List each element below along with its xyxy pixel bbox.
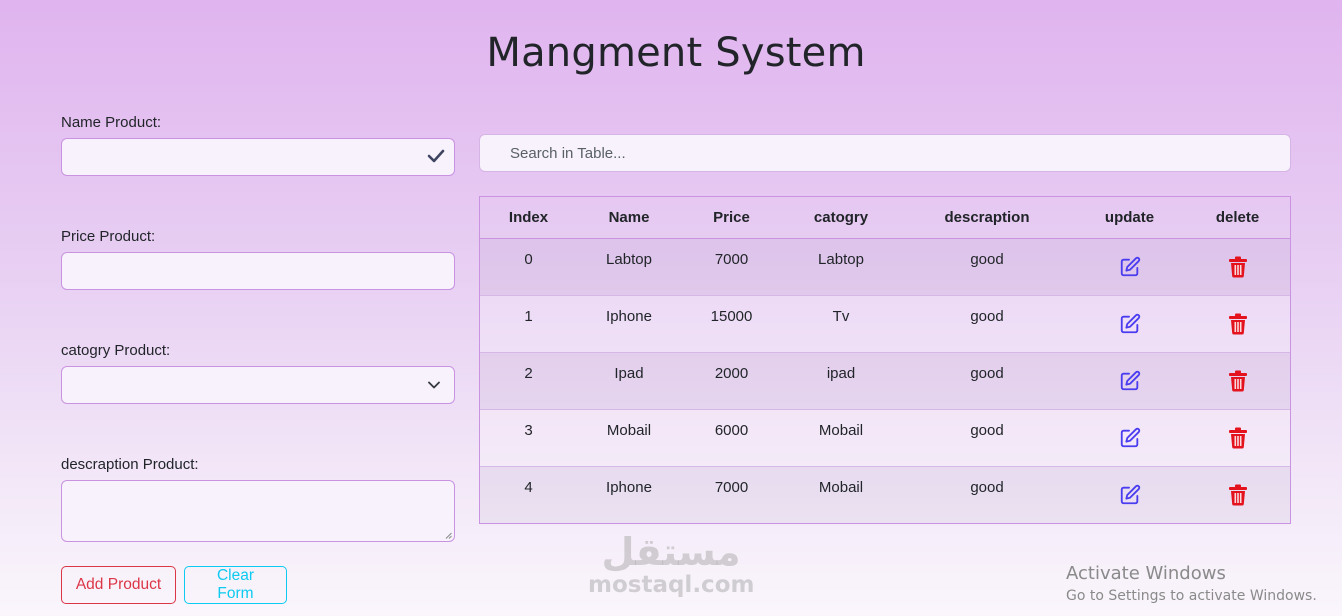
table-row: 4 Iphone 7000 Mobail good <box>480 465 1290 523</box>
resize-handle-icon[interactable] <box>445 532 452 539</box>
cell-category: Mobail <box>782 408 900 466</box>
cell-name: Iphone <box>577 294 681 352</box>
description-textarea[interactable] <box>61 480 455 542</box>
name-label: Name Product: <box>61 114 162 131</box>
cell-update <box>1074 237 1185 295</box>
name-input[interactable] <box>61 138 455 176</box>
cell-description: good <box>900 408 1074 466</box>
header-category: catogry <box>782 197 900 239</box>
edit-icon[interactable] <box>1119 256 1141 282</box>
cell-delete <box>1185 465 1290 523</box>
cell-category: Mobail <box>782 465 900 523</box>
cell-description: good <box>900 351 1074 409</box>
header-price: Price <box>681 197 782 239</box>
table-header-row: Index Name Price catogry descraption upd… <box>480 197 1290 239</box>
cell-name: Ipad <box>577 351 681 409</box>
clear-form-button[interactable]: Clear Form <box>184 566 287 604</box>
cell-description: good <box>900 465 1074 523</box>
form-buttons: Add Product Clear Form <box>61 566 455 604</box>
activate-subtitle: Go to Settings to activate Windows. <box>1066 588 1317 604</box>
header-name: Name <box>577 197 681 239</box>
cell-update <box>1074 351 1185 409</box>
page-title: Mangment System <box>486 30 866 76</box>
edit-icon[interactable] <box>1119 427 1141 453</box>
trash-icon[interactable] <box>1228 313 1248 339</box>
edit-icon[interactable] <box>1119 313 1141 339</box>
cell-delete <box>1185 351 1290 409</box>
cell-index: 2 <box>480 351 577 409</box>
cell-category: ipad <box>782 351 900 409</box>
cell-description: good <box>900 237 1074 295</box>
trash-icon[interactable] <box>1228 370 1248 396</box>
cell-index: 0 <box>480 237 577 295</box>
category-select[interactable] <box>61 366 455 404</box>
price-group: Price Product: <box>61 228 455 290</box>
cell-price: 7000 <box>681 237 782 295</box>
cell-index: 1 <box>480 294 577 352</box>
cell-name: Mobail <box>577 408 681 466</box>
cell-price: 6000 <box>681 408 782 466</box>
table-row: 3 Mobail 6000 Mobail good <box>480 408 1290 466</box>
cell-name: Iphone <box>577 465 681 523</box>
cell-index: 3 <box>480 408 577 466</box>
cell-price: 15000 <box>681 294 782 352</box>
table-row: 1 Iphone 15000 Tv good <box>480 294 1290 352</box>
edit-icon[interactable] <box>1119 484 1141 510</box>
product-form: Name Product: Price Product: catogry Pro… <box>61 114 455 604</box>
header-index: Index <box>480 197 577 239</box>
description-label: descraption Product: <box>61 456 199 473</box>
header-delete: delete <box>1185 197 1290 239</box>
watermark-arabic: مستقل <box>601 530 741 574</box>
cell-delete <box>1185 408 1290 466</box>
chevron-down-icon <box>428 381 440 389</box>
cell-category: Labtop <box>782 237 900 295</box>
category-group: catogry Product: <box>61 342 455 404</box>
cell-price: 2000 <box>681 351 782 409</box>
watermark-text: mostaql.com <box>588 572 755 598</box>
cell-index: 4 <box>480 465 577 523</box>
activate-windows-notice: Activate Windows Go to Settings to activ… <box>1066 563 1317 604</box>
activate-title: Activate Windows <box>1066 563 1226 584</box>
table-row: 0 Labtop 7000 Labtop good <box>480 237 1290 295</box>
trash-icon[interactable] <box>1228 256 1248 282</box>
edit-icon[interactable] <box>1119 370 1141 396</box>
cell-price: 7000 <box>681 465 782 523</box>
search-input[interactable] <box>479 134 1291 172</box>
cell-delete <box>1185 294 1290 352</box>
cell-category: Tv <box>782 294 900 352</box>
cell-delete <box>1185 237 1290 295</box>
cell-name: Labtop <box>577 237 681 295</box>
price-input[interactable] <box>61 252 455 290</box>
trash-icon[interactable] <box>1228 427 1248 453</box>
cell-update <box>1074 294 1185 352</box>
cell-update <box>1074 465 1185 523</box>
watermark-logo: مستقل mostaql.com <box>588 532 754 598</box>
trash-icon[interactable] <box>1228 484 1248 510</box>
header-update: update <box>1074 197 1185 239</box>
check-icon <box>427 149 445 163</box>
products-table: Index Name Price catogry descraption upd… <box>479 196 1291 524</box>
table-row: 2 Ipad 2000 ipad good <box>480 351 1290 409</box>
cell-description: good <box>900 294 1074 352</box>
cell-update <box>1074 408 1185 466</box>
header-description: descraption <box>900 197 1074 239</box>
category-label: catogry Product: <box>61 342 171 359</box>
description-group: descraption Product: <box>61 456 455 542</box>
add-product-button[interactable]: Add Product <box>61 566 176 604</box>
price-label: Price Product: <box>61 228 156 245</box>
name-group: Name Product: <box>61 114 455 176</box>
